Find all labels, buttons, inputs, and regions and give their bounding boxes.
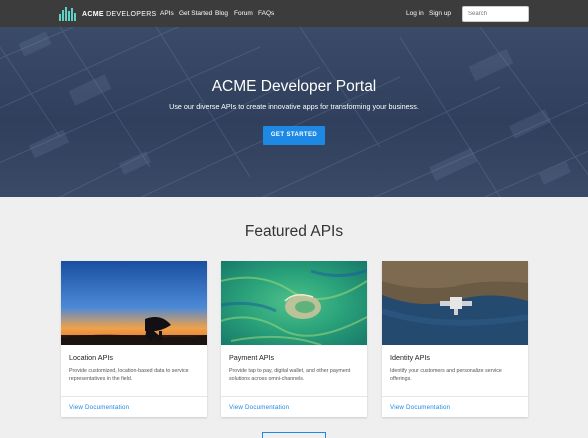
card-title: Payment APIs [229,353,275,362]
nav-get-started[interactable]: Get Started [179,10,212,17]
view-documentation-link[interactable]: View Documentation [69,404,129,411]
featured-title: Featured APIs [244,223,344,240]
nav-blog[interactable]: Blog [215,10,228,17]
card-title: Location APIs [69,353,113,362]
card-divider [61,396,207,397]
search-input[interactable] [462,6,529,22]
acme-logo[interactable]: ACME DEVELOPERS [59,7,157,21]
more-apis-button[interactable] [262,432,326,438]
view-documentation-link[interactable]: View Documentation [390,404,450,411]
logo-bars-icon [59,7,77,21]
radio-telescope-image [61,261,207,345]
get-started-button[interactable]: GET STARTED [263,126,325,145]
nav-forum[interactable]: Forum [234,10,253,17]
top-navbar: ACME DEVELOPERS APIs Get Started Blog Fo… [0,0,588,27]
hero-city-aerial-image [0,27,588,197]
card-description: Identify your customers and personalize … [390,368,502,382]
view-documentation-link[interactable]: View Documentation [229,404,289,411]
hero-subtitle: Use our diverse APIs to create innovativ… [169,102,419,111]
card-divider [221,396,367,397]
hero-title: ACME Developer Portal [211,78,377,95]
signup-link[interactable]: Sign up [429,10,451,17]
ocean-island-image [221,261,367,345]
card-divider [382,396,528,397]
card-description: Provide customized, location-based data … [69,368,189,382]
card-identity-apis: Identity APIs Identify your customers an… [382,261,528,417]
satellite-earth-image [382,261,528,345]
card-payment-apis: Payment APIs Provide tap to pay, digital… [221,261,367,417]
nav-faqs[interactable]: FAQs [258,10,274,17]
hero-banner: ACME Developer Portal Use our diverse AP… [0,27,588,197]
card-description: Provide tap to pay, digital wallet, and … [229,368,351,382]
login-link[interactable]: Log in [406,10,424,17]
card-title: Identity APIs [390,353,430,362]
logo-text: ACME DEVELOPERS [82,10,157,18]
card-location-apis: Location APIs Provide customized, locati… [61,261,207,417]
nav-apis[interactable]: APIs [160,10,174,17]
